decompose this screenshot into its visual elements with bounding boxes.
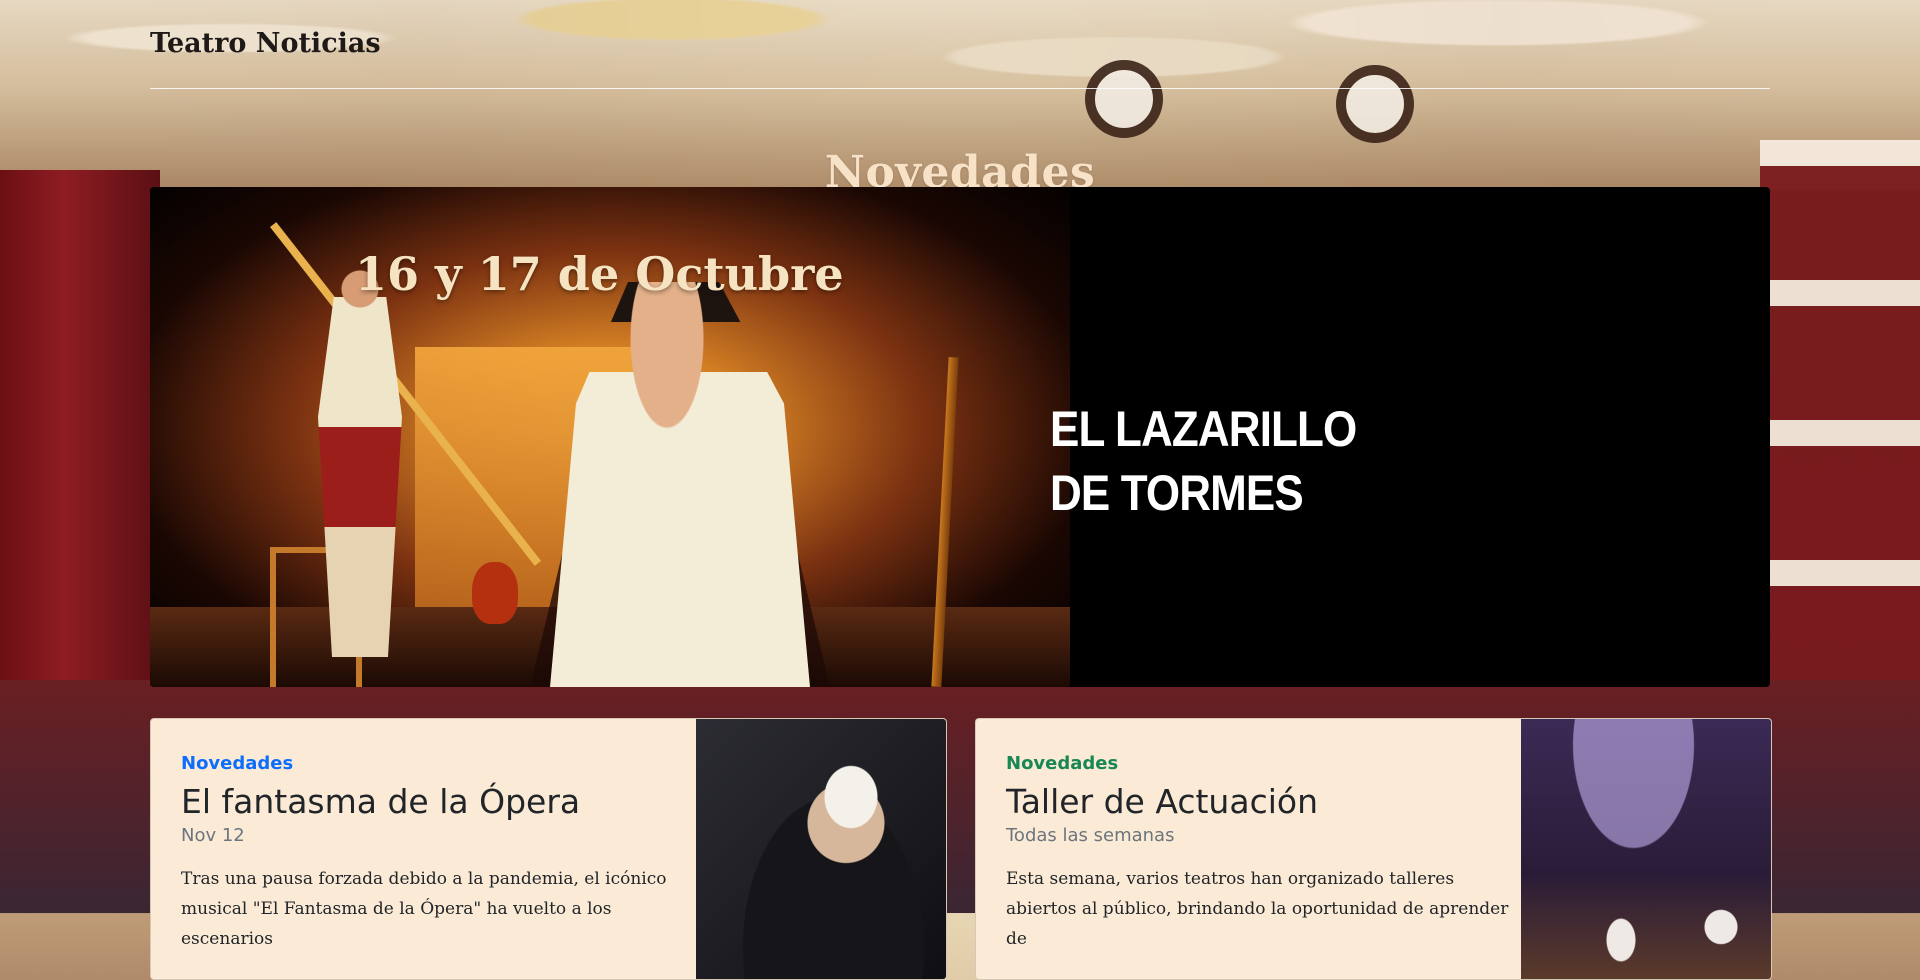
card-date: Nov 12 — [181, 825, 245, 846]
card-text: Esta semana, varios teatros han organiza… — [1006, 869, 1509, 949]
background-curtain — [0, 170, 160, 730]
card-body: Novedades Taller de Actuación Todas las … — [1006, 753, 1516, 971]
news-card[interactable]: Novedades El fantasma de la Ópera Nov 12… — [150, 718, 947, 980]
card-title: El fantasma de la Ópera — [181, 782, 581, 821]
card-title: Taller de Actuación — [1006, 782, 1318, 821]
site-header: Teatro Noticias — [150, 22, 1770, 89]
card-category[interactable]: Novedades — [1006, 753, 1516, 774]
news-card[interactable]: Novedades Taller de Actuación Todas las … — [975, 718, 1772, 980]
card-image — [696, 719, 946, 979]
actor-figure — [550, 282, 810, 687]
hero-title-line: EL LAZARILLO — [1050, 401, 1357, 457]
card-date: Todas las semanas — [1006, 825, 1175, 846]
card-category[interactable]: Novedades — [181, 753, 691, 774]
hero-date: 16 y 17 de Octubre — [355, 247, 844, 301]
card-image — [1521, 719, 1771, 979]
hero-banner[interactable]: 16 y 17 de Octubre EL LAZARILLO DE TORME… — [150, 187, 1770, 687]
hero-title: EL LAZARILLO DE TORMES — [1050, 397, 1490, 525]
card-body: Novedades El fantasma de la Ópera Nov 12… — [181, 753, 691, 971]
jug-prop — [472, 562, 518, 624]
card-text: Tras una pausa forzada debido a la pande… — [181, 869, 667, 949]
brand-link[interactable]: Teatro Noticias — [150, 28, 381, 59]
hero-title-line: DE TORMES — [1050, 465, 1304, 521]
